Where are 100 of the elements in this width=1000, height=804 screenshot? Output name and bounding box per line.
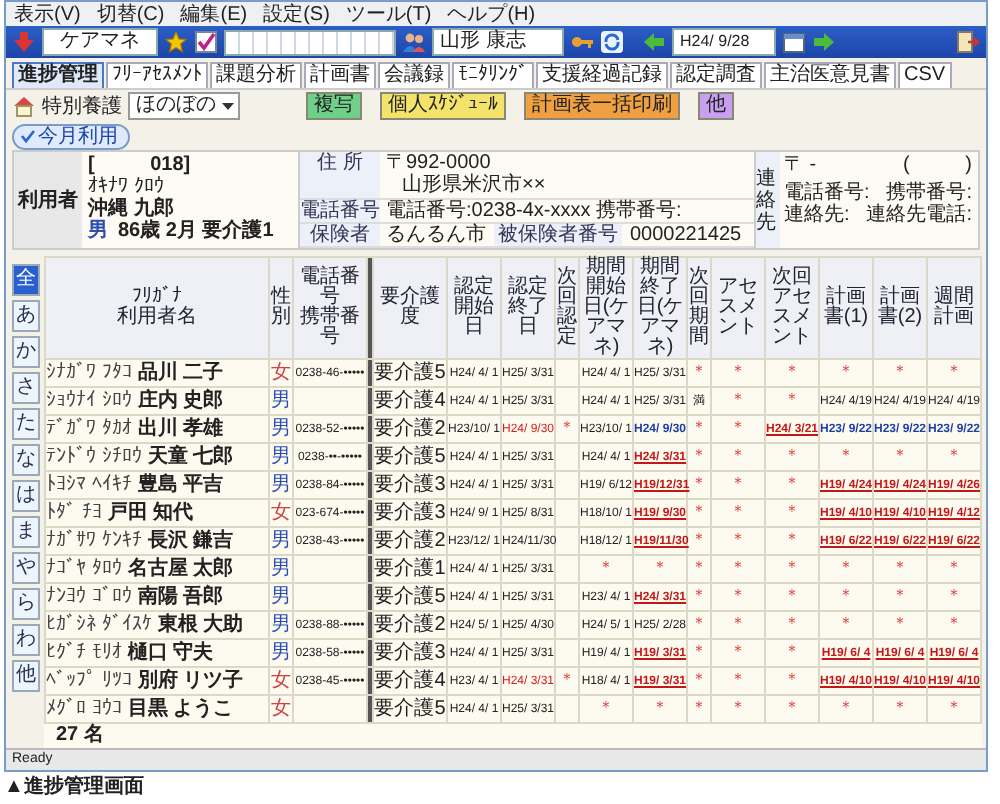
asterisk-mark: ＊ (784, 446, 800, 464)
contact-postal: 〒 - (784, 154, 817, 176)
index-tab[interactable]: わ (12, 624, 40, 656)
menu-item[interactable]: 切替(C) (96, 3, 165, 25)
index-tab[interactable]: さ (12, 372, 40, 404)
refresh-icon[interactable] (600, 30, 624, 54)
next-icon[interactable] (812, 30, 836, 54)
tab[interactable]: CSV (898, 62, 952, 88)
asterisk-mark: ＊ (892, 614, 908, 632)
index-tab[interactable]: あ (12, 300, 40, 332)
asterisk-mark: ＊ (784, 502, 800, 520)
insured-number-label: 被保険者番号 (494, 224, 622, 246)
caption: ▲進捗管理画面 (2, 776, 146, 800)
user-kana: ｵｷﾅﾜ ｸﾛｳ (88, 176, 164, 198)
user-name[interactable]: 品川 二子 (137, 361, 224, 383)
exit-icon[interactable] (956, 30, 980, 54)
asterisk-mark: ＊ (730, 418, 746, 436)
user-id: [ 018] (88, 154, 193, 176)
office-label: ケアマネ (42, 28, 158, 56)
star-icon[interactable] (164, 30, 188, 54)
user-kana: ﾍﾞｯﾌﾟ ﾘﾂｺ (46, 669, 132, 691)
calendar-icon[interactable] (782, 30, 806, 54)
menu-item[interactable]: ヘルプ(H) (447, 3, 536, 25)
index-tab[interactable]: や (12, 552, 40, 584)
user-name[interactable]: 天童 七郎 (147, 445, 234, 467)
toolbar-button[interactable]: 複写 (306, 92, 362, 120)
tab[interactable]: 主治医意見書 (764, 62, 896, 88)
phone-text: 電話番号:0238-4x-xxxx 携帯番号: (386, 200, 682, 222)
index-tab[interactable]: た (12, 408, 40, 440)
index-tab[interactable]: 全 (12, 264, 40, 296)
user-name[interactable]: 戸田 知代 (107, 501, 194, 523)
tab[interactable]: ﾌﾘｰｱｾｽﾒﾝﾄ (106, 62, 208, 88)
user-name[interactable]: 出川 孝雄 (137, 417, 224, 439)
sex-text: 男 (271, 389, 291, 411)
menu-item[interactable]: ツール(T) (345, 3, 432, 25)
asterisk-mark: ＊ (784, 642, 800, 660)
user-name[interactable]: 南陽 吾郎 (137, 585, 224, 607)
user-name[interactable]: 庄内 史郎 (137, 389, 224, 411)
tab[interactable]: 支援経過記録 (536, 62, 668, 88)
tab[interactable]: 進捗管理 (12, 62, 104, 88)
index-tab[interactable]: な (12, 444, 40, 476)
asterisk-mark: ＊ (784, 670, 800, 688)
index-tab[interactable]: か (12, 336, 40, 368)
facility-select[interactable]: ほのぼの (128, 92, 240, 120)
address-text: 山形県米沢市×× (400, 174, 546, 196)
table-cell: 要介護3 (374, 641, 446, 663)
user-name[interactable]: 名古屋 太郎 (127, 557, 234, 579)
month-filter-button[interactable]: 今月利用 (12, 123, 130, 149)
user-kana: ﾅｶﾞｻﾜ ｹﾝｷﾁ (46, 529, 142, 551)
asterisk-mark: ＊ (730, 670, 746, 688)
tab[interactable]: 会議録 (378, 62, 450, 88)
user-kana: ｼｮｳﾅｲ ｼﾛｳ (46, 389, 132, 411)
asterisk-mark: ＊ (730, 446, 746, 464)
user-kana: ｼﾅｶﾞﾜ ﾌﾀｺ (46, 361, 132, 383)
people-icon[interactable] (402, 30, 426, 54)
asterisk-mark: ＊ (559, 418, 575, 436)
user-label: 利用者 (14, 152, 82, 248)
user-kana: ﾅﾝﾖｳ ｺﾞﾛｳ (46, 585, 132, 607)
user-name[interactable]: 別府 リツ子 (137, 669, 244, 691)
tab[interactable]: 計画書 (304, 62, 376, 88)
index-tab[interactable]: は (12, 480, 40, 512)
user-name[interactable]: 目黒 ようこ (127, 697, 234, 719)
menu-item[interactable]: 編集(E) (180, 3, 248, 25)
asterisk-mark: ＊ (730, 698, 746, 716)
table-cell: 要介護3 (374, 501, 446, 523)
mobile-header: 携帯番号 (298, 308, 362, 348)
checkmark-icon[interactable] (194, 30, 218, 54)
asterisk-mark: ＊ (838, 558, 854, 576)
user-name[interactable]: 樋口 守夫 (127, 641, 214, 663)
asterisk-mark: ＊ (946, 558, 962, 576)
date-field[interactable]: H24/ 9/28 (672, 28, 776, 56)
house-icon[interactable] (12, 94, 36, 118)
user-name[interactable]: 東根 大助 (157, 613, 244, 635)
sex-text: 男 (271, 585, 291, 607)
user-name[interactable]: 長沢 鎌吉 (147, 529, 234, 551)
asterisk-mark: ＊ (730, 558, 746, 576)
tab[interactable]: 課題分析 (210, 62, 302, 88)
user-age-info: 86歳 2月 要介護1 (118, 220, 274, 242)
asterisk-mark: ＊ (598, 698, 614, 716)
index-tab[interactable]: ら (12, 588, 40, 620)
column-header: 計画書(1) (823, 286, 869, 328)
asterisk-mark: ＊ (691, 558, 707, 576)
asterisk-mark: ＊ (691, 418, 707, 436)
column-header: 認定開始日 (454, 276, 494, 338)
asterisk-mark: ＊ (559, 670, 575, 688)
toolbar-button[interactable]: 他 (698, 92, 734, 120)
menu-item[interactable]: 設定(S) (263, 3, 330, 25)
address-label: 住 所 (300, 152, 380, 198)
previous-icon[interactable] (642, 30, 666, 54)
index-tab[interactable]: 他 (12, 660, 40, 692)
tab[interactable]: ﾓﾆﾀﾘﾝｸﾞ (452, 62, 534, 88)
search-field[interactable] (224, 29, 396, 55)
user-name[interactable]: 豊島 平吉 (137, 473, 224, 495)
tab[interactable]: 認定調査 (670, 62, 762, 88)
toolbar-button[interactable]: 計画表一括印刷 (524, 92, 680, 120)
asterisk-mark: ＊ (691, 642, 707, 660)
menu-item[interactable]: 表示(V) (14, 3, 81, 25)
toolbar-button[interactable]: 個人ｽｹｼﾞｭｰﾙ (380, 92, 506, 120)
index-tab[interactable]: ま (12, 516, 40, 548)
asterisk-mark: ＊ (838, 446, 854, 464)
